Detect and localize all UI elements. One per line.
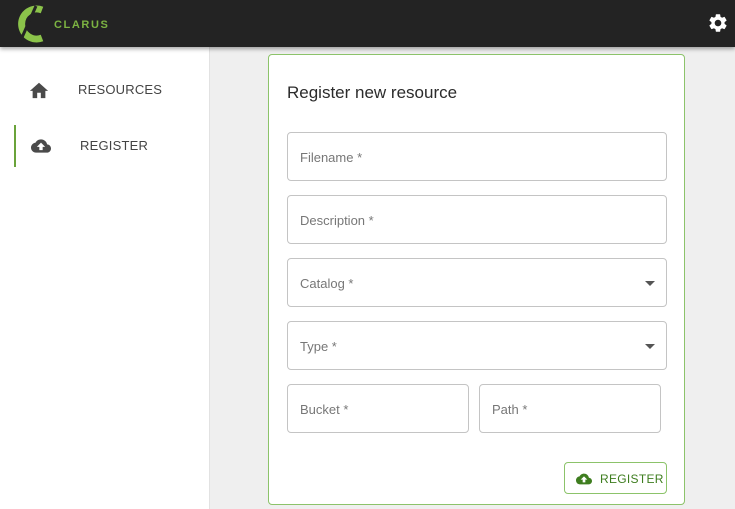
chevron-down-icon (645, 281, 655, 286)
path-placeholder: Path * (492, 402, 528, 417)
sidebar-item-resources[interactable]: RESOURCES (0, 69, 210, 111)
gear-icon[interactable] (707, 12, 729, 34)
type-placeholder: Type * (300, 339, 337, 354)
path-field[interactable]: Path * (479, 384, 661, 433)
chevron-down-icon (645, 344, 655, 349)
bucket-placeholder: Bucket * (300, 402, 349, 417)
form-title: Register new resource (287, 83, 458, 102)
clarus-logo-mark (18, 5, 44, 43)
cloud-upload-icon (576, 473, 592, 485)
home-icon (28, 80, 50, 100)
register-form-card: Register new resource Filename * Descrip… (268, 54, 685, 505)
sidebar-item-label: REGISTER (80, 138, 149, 153)
catalog-placeholder: Catalog * (300, 276, 354, 291)
description-placeholder: Description * (300, 213, 374, 228)
sidebar: RESOURCES REGISTER (0, 47, 210, 509)
sidebar-item-label: RESOURCES (78, 82, 163, 97)
register-button-label: REGISTER (600, 472, 664, 486)
filename-field[interactable]: Filename * (287, 132, 667, 181)
description-field[interactable]: Description * (287, 195, 667, 244)
catalog-select[interactable]: Catalog * (287, 258, 667, 307)
type-select[interactable]: Type * (287, 321, 667, 370)
bucket-field[interactable]: Bucket * (287, 384, 469, 433)
active-indicator (14, 125, 16, 167)
sidebar-item-register[interactable]: REGISTER (0, 125, 210, 167)
filename-placeholder: Filename * (300, 150, 363, 165)
app-header: CLARUS (0, 0, 735, 47)
brand-name: CLARUS (54, 19, 110, 31)
clarus-logo[interactable]: CLARUS (16, 4, 116, 44)
register-button[interactable]: REGISTER (564, 462, 667, 494)
cloud-upload-icon (30, 136, 52, 156)
